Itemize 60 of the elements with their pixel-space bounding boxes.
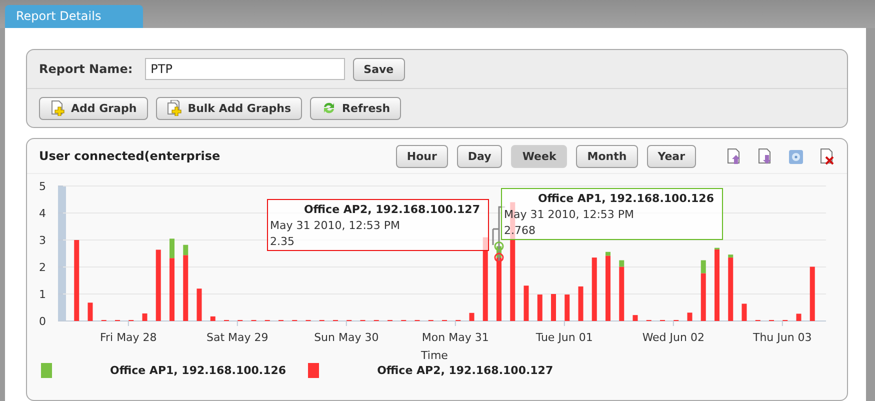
- delete-icon[interactable]: [819, 148, 835, 164]
- y-axis-label: 3: [39, 234, 46, 247]
- tooltip-title: Office AP2, 192.168.100.127: [302, 202, 481, 218]
- period-button[interactable]: Week: [511, 144, 568, 168]
- toolbar-button[interactable]: Add Graph: [39, 96, 148, 120]
- point-marker: [494, 241, 504, 251]
- y-axis-label: 1: [39, 288, 46, 301]
- period-button[interactable]: Month: [576, 144, 638, 168]
- pages-plus-icon: [166, 100, 183, 116]
- x-axis-label: Sun May 30: [314, 331, 379, 344]
- x-axis-label: Wed Jun 02: [642, 331, 704, 344]
- bar: [196, 288, 202, 321]
- bar: [687, 312, 692, 321]
- period-button[interactable]: Day: [456, 144, 502, 168]
- bar: [742, 304, 747, 321]
- period-button[interactable]: Hour: [396, 144, 448, 168]
- bar: [810, 266, 815, 321]
- bar: [88, 302, 93, 321]
- y-axis-label: 0: [39, 315, 46, 328]
- tooltip-title: Office AP1, 192.168.100.126: [536, 191, 715, 207]
- x-axis-label: Fri May 28: [100, 331, 157, 344]
- tooltip-value: 2.768: [504, 223, 536, 239]
- x-axis-label: Mon May 31: [422, 331, 489, 344]
- bar: [524, 286, 529, 321]
- tooltip-date: May 31 2010, 12:53 PM: [504, 207, 636, 223]
- toolbar-button[interactable]: Refresh: [310, 96, 402, 120]
- bar: [796, 314, 802, 321]
- x-axis-label: Sat May 29: [206, 331, 268, 344]
- legend-label[interactable]: Office AP1, 192.168.100.126: [110, 364, 286, 377]
- period-button[interactable]: Year: [646, 144, 696, 168]
- bar: [632, 315, 638, 321]
- legend-label[interactable]: Office AP2, 192.168.100.127: [377, 364, 554, 377]
- y-axis-label: 5: [39, 180, 46, 193]
- graph-title: User connected(enterprise: [39, 149, 222, 163]
- export-up-icon[interactable]: [726, 148, 742, 164]
- page-plus-icon: [50, 100, 66, 116]
- bar: [210, 316, 216, 321]
- tooltip-date: May 31 2010, 12:53 PM: [270, 218, 402, 234]
- x-axis-label: Thu Jun 03: [752, 331, 812, 344]
- report-name-label: Report Name:: [39, 62, 133, 76]
- bar: [156, 250, 161, 321]
- tooltip-value: 2.35: [270, 234, 296, 250]
- legend-swatch: [308, 363, 320, 378]
- bar: [564, 294, 570, 321]
- bar: [469, 312, 474, 321]
- import-down-icon[interactable]: [757, 148, 773, 164]
- y-axis-label: 2: [39, 261, 46, 274]
- legend-swatch: [41, 363, 52, 378]
- bar: [578, 286, 584, 321]
- toolbar-button[interactable]: Bulk Add Graphs: [156, 96, 302, 120]
- point-marker: [494, 252, 504, 262]
- save-button[interactable]: Save: [352, 58, 405, 80]
- report-name-field[interactable]: PTP: [144, 58, 345, 80]
- bar: [142, 313, 148, 321]
- x-axis-title: Time: [421, 349, 448, 362]
- bar: [551, 294, 556, 321]
- x-axis-label: Tue Jun 01: [536, 331, 593, 344]
- bar: [592, 258, 597, 321]
- bar: [537, 294, 542, 321]
- y-axis-label: 4: [39, 207, 46, 220]
